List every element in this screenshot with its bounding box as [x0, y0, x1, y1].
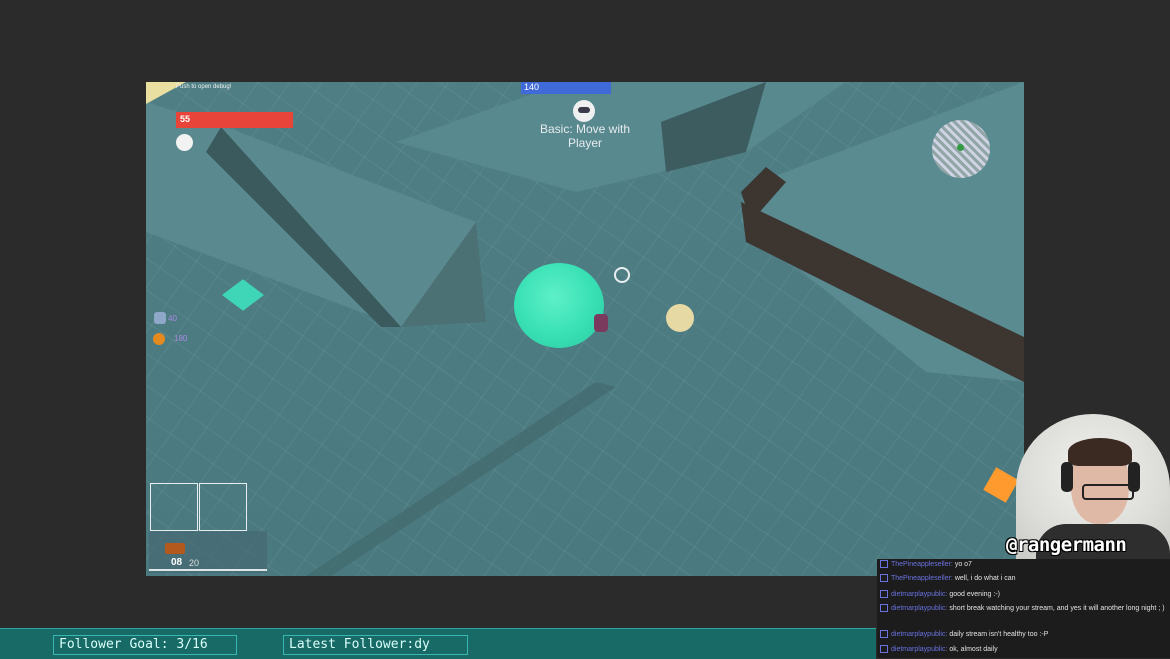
chat-username[interactable]: ThePineappleseller:	[891, 575, 953, 582]
chat-username[interactable]: ThePineappleseller:	[891, 561, 953, 568]
reload-bar	[149, 569, 267, 571]
chat-text: well, i do what i can	[954, 575, 1016, 582]
headset-right-icon	[1128, 462, 1140, 492]
chat-message: dietmarplaypublic: good evening :-)	[880, 590, 1167, 599]
xp-bar: 140	[521, 82, 611, 94]
streamer-handle: @rangermann	[1006, 534, 1127, 556]
debug-hint: Push to open debug!	[176, 84, 232, 90]
player-character	[594, 314, 608, 332]
chat-username[interactable]: dietmarplaypublic:	[891, 646, 947, 653]
streamer-hair	[1068, 438, 1132, 466]
minimap-player-marker	[957, 144, 964, 151]
badge-icon	[880, 574, 888, 583]
health-value: 55	[180, 114, 191, 124]
health-bar: 55	[176, 112, 293, 128]
ability-label: Basic: Move with Player	[539, 122, 631, 150]
crosshair-icon	[614, 267, 630, 283]
shield-sphere	[514, 263, 604, 348]
chat-username[interactable]: dietmarplaypublic:	[891, 591, 947, 598]
alien-icon	[573, 100, 595, 122]
glasses-icon	[1082, 484, 1134, 500]
status-orb	[176, 134, 193, 151]
chat-text: good evening :-)	[949, 591, 1000, 598]
chat-message: ThePineappleseller: well, i do what i ca…	[880, 574, 1167, 583]
inventory-slot-1[interactable]	[150, 483, 198, 531]
stream-info-bar: Follower Goal: 3/16 Latest Follower:dy	[0, 628, 876, 659]
crystal-icon	[154, 312, 166, 324]
headset-left-icon	[1061, 462, 1073, 492]
chat-message: dietmarplaypublic: ok, almost daily	[880, 645, 1167, 654]
chat-text: ok, almost daily	[949, 646, 998, 653]
badge-icon	[880, 604, 888, 613]
chat-username[interactable]: dietmarplaypublic:	[891, 631, 947, 638]
badge-icon	[880, 645, 888, 654]
chat-message: dietmarplaypublic: daily stream isn't he…	[880, 630, 1167, 639]
xp-value: 140	[524, 82, 540, 92]
badge-icon	[880, 560, 888, 569]
gun-icon	[165, 543, 185, 554]
weapon-panel: 08 20	[149, 531, 267, 573]
chat-text: yo o7	[954, 561, 972, 568]
game-viewport[interactable]: Push to open debug! 140 55 Basic: Move w…	[146, 82, 1024, 576]
follower-goal-box: Follower Goal: 3/16	[53, 635, 237, 655]
enemy-creature	[666, 304, 694, 332]
chat-text: short break watching your stream, and ye…	[949, 605, 1165, 612]
chat-text: daily stream isn't healthy too :-P	[949, 631, 1049, 638]
chat-panel: ThePineappleseller: yo o7 ThePineapplese…	[877, 559, 1170, 658]
ammo-total: 20	[189, 558, 200, 568]
latest-follower: Latest Follower:dy	[289, 637, 430, 652]
fire-icon	[153, 333, 165, 345]
follower-goal: Follower Goal: 3/16	[59, 637, 208, 652]
chat-message: dietmarplaypublic: short break watching …	[880, 604, 1167, 613]
inventory-slot-2[interactable]	[199, 483, 247, 531]
chat-username[interactable]: dietmarplaypublic:	[891, 605, 947, 612]
resource-1-value: 40	[168, 314, 177, 323]
badge-icon	[880, 590, 888, 599]
resource-2-value: 180	[174, 334, 188, 343]
badge-icon	[880, 630, 888, 639]
ammo-current: 08	[171, 557, 183, 568]
chat-message: ThePineappleseller: yo o7	[880, 560, 1167, 569]
minimap	[932, 120, 990, 178]
latest-follower-box: Latest Follower:dy	[283, 635, 468, 655]
